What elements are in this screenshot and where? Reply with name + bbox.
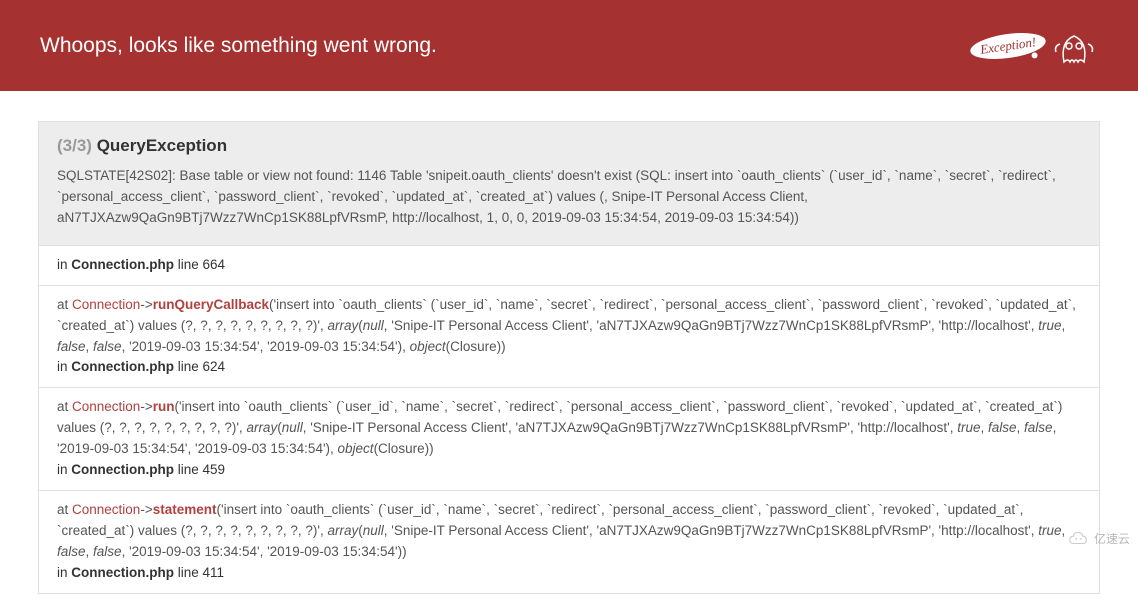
error-title: Whoops, looks like something went wrong.	[40, 34, 437, 58]
error-header: Whoops, looks like something went wrong.…	[0, 0, 1138, 91]
trace-row: in Connection.php line 664	[38, 246, 1100, 286]
ghost-illustration: Exception!	[970, 22, 1098, 70]
trace-class[interactable]: Connection	[72, 502, 140, 517]
ghost-icon	[1050, 22, 1098, 70]
trace-file-link[interactable]: Connection.php	[71, 565, 174, 580]
exception-heading: (3/3) QueryException	[57, 136, 1081, 156]
exception-count: (3/3)	[57, 136, 92, 155]
exception-message: SQLSTATE[42S02]: Base table or view not …	[57, 166, 1081, 229]
trace-method: runQueryCallback	[153, 297, 269, 312]
trace-method: run	[153, 399, 175, 414]
trace-class[interactable]: Connection	[72, 399, 140, 414]
exception-summary: (3/3) QueryException SQLSTATE[42S02]: Ba…	[38, 121, 1100, 246]
exception-container: (3/3) QueryException SQLSTATE[42S02]: Ba…	[0, 91, 1138, 604]
trace-class[interactable]: Connection	[72, 297, 140, 312]
trace-row: at Connection->run('insert into `oauth_c…	[38, 388, 1100, 491]
trace-method: statement	[153, 502, 217, 517]
cloud-icon	[1068, 527, 1090, 549]
watermark: 亿速云	[1068, 527, 1130, 549]
trace-file-link[interactable]: Connection.php	[71, 359, 174, 374]
trace-file-link[interactable]: Connection.php	[71, 257, 174, 272]
trace-row: at Connection->statement('insert into `o…	[38, 491, 1100, 594]
exception-name[interactable]: QueryException	[97, 136, 227, 155]
speech-bubble: Exception!	[968, 28, 1047, 62]
trace-file-link[interactable]: Connection.php	[71, 462, 174, 477]
trace-row: at Connection->runQueryCallback('insert …	[38, 286, 1100, 389]
